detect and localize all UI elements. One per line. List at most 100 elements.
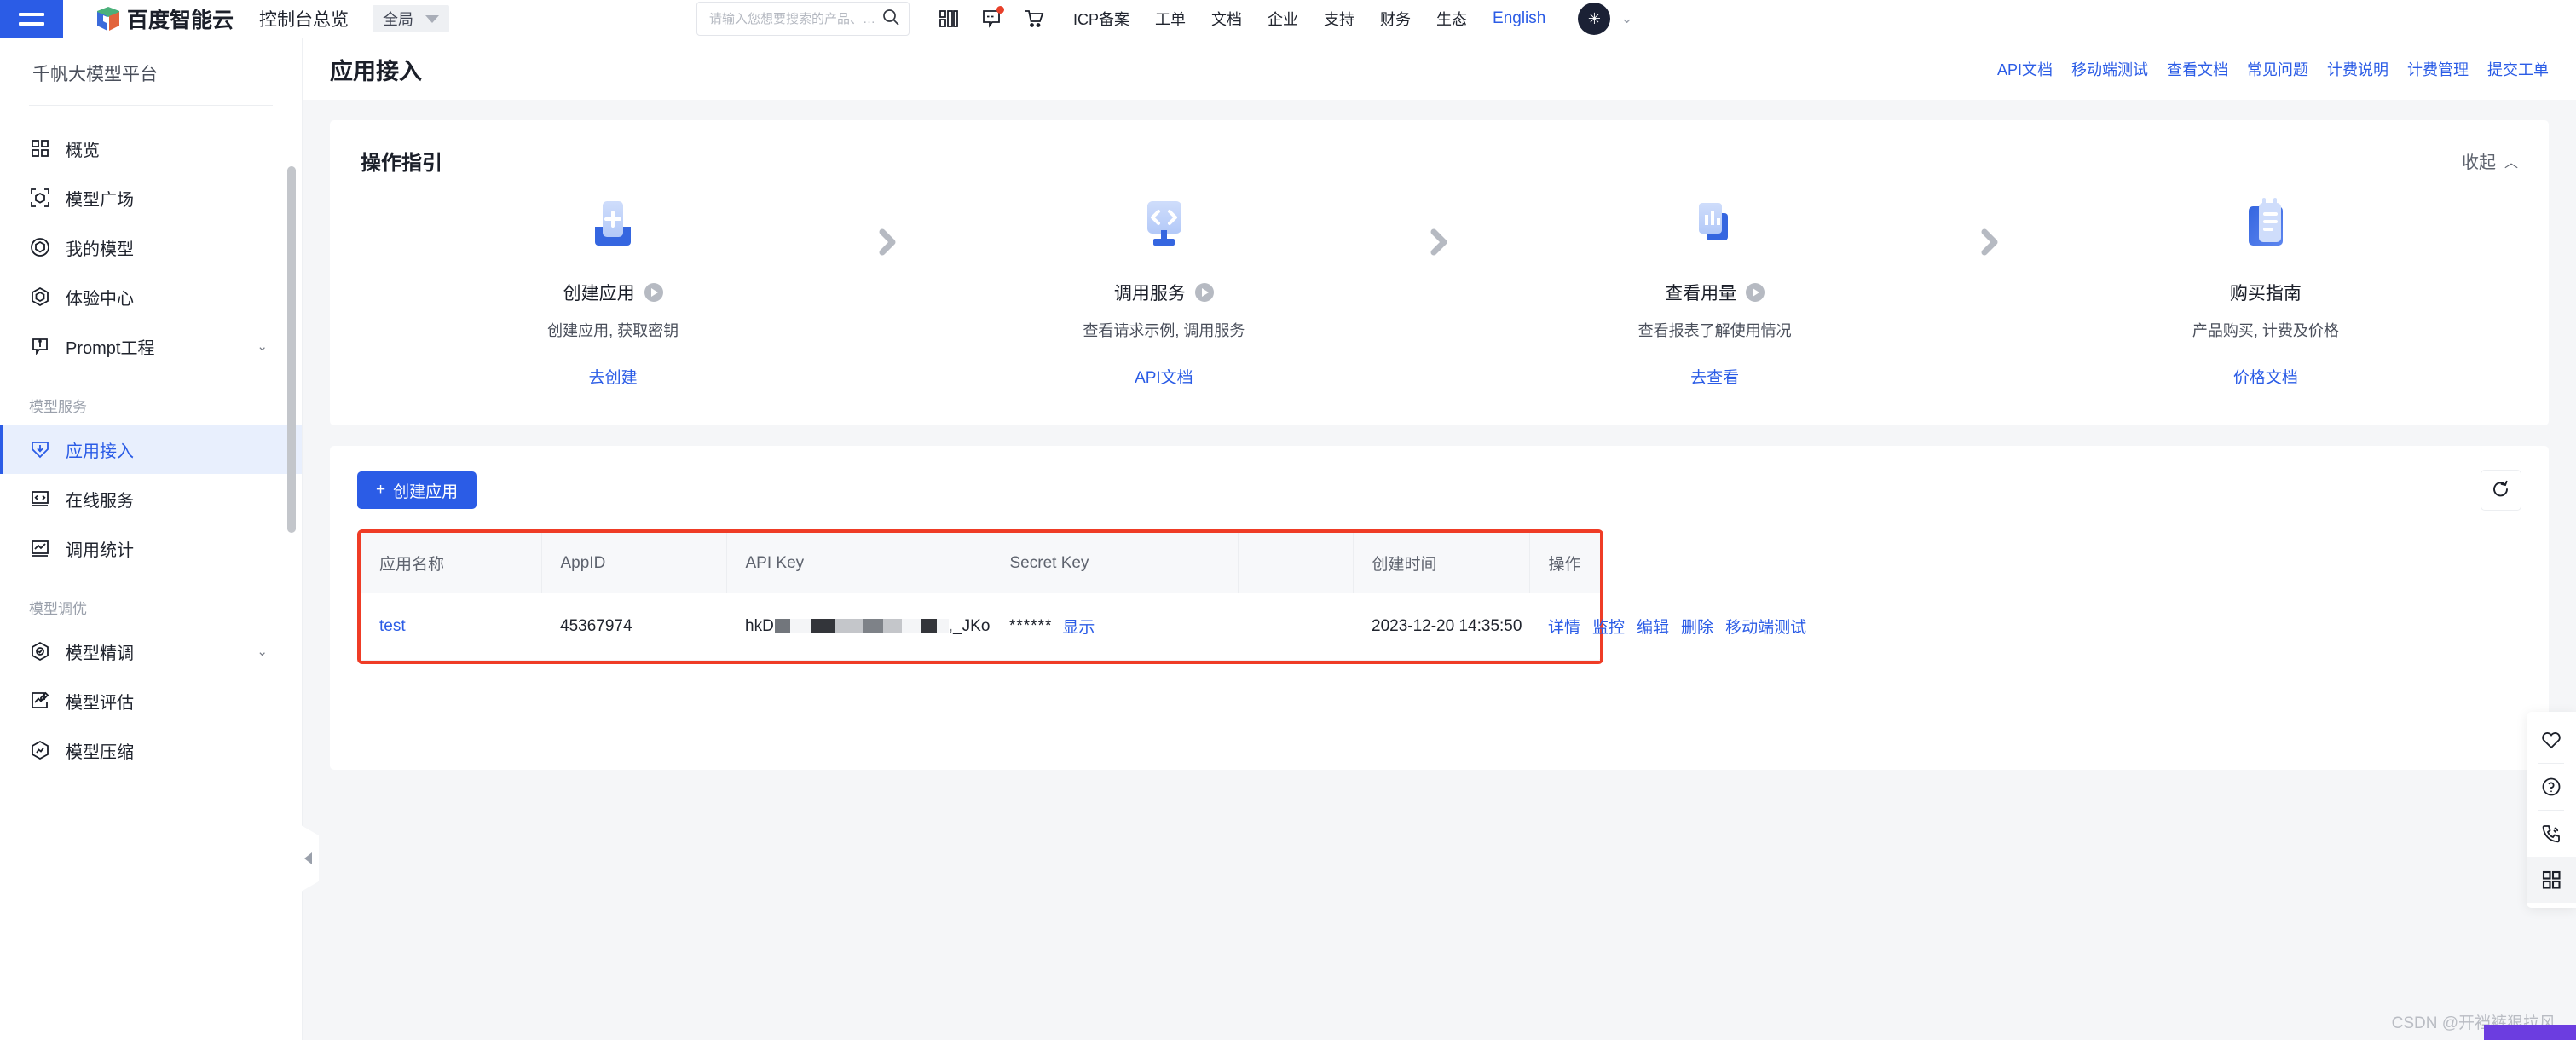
sidebar-scrollbar[interactable] xyxy=(287,166,296,533)
guide-step-title: 购买指南 xyxy=(2229,284,2302,303)
sidebar-item-model-square[interactable]: 模型广场 xyxy=(0,173,302,222)
guide-step-title-row: 查看用量 xyxy=(1665,280,1765,305)
page-link-faq[interactable]: 常见问题 xyxy=(2247,58,2308,80)
guide-step-desc: 查看报表了解使用情况 xyxy=(1637,322,1792,339)
question-icon[interactable] xyxy=(2527,764,2576,810)
cell-spacer xyxy=(1238,593,1353,661)
nav-link-icp[interactable]: ICP备案 xyxy=(1073,8,1129,30)
guide-step-title-row: 调用服务 xyxy=(1114,280,1214,305)
sidebar-item-online-service[interactable]: 在线服务 xyxy=(0,474,302,523)
page-link-submit-ticket[interactable]: 提交工单 xyxy=(2487,58,2549,80)
sidebar-item-overview[interactable]: 概览 xyxy=(0,124,302,173)
nav-link-finance[interactable]: 财务 xyxy=(1380,8,1411,30)
search-input[interactable] xyxy=(709,11,882,26)
apps-grid-icon[interactable] xyxy=(939,9,959,29)
play-icon[interactable] xyxy=(644,283,663,302)
row-operations: 详情 监控 编辑 删除 移动端测试 xyxy=(1548,615,1806,638)
op-detail[interactable]: 详情 xyxy=(1548,615,1580,638)
chevron-down-icon[interactable]: ⌄ xyxy=(1620,10,1632,27)
guide-step-desc: 产品购买, 计费及价格 xyxy=(2192,322,2339,339)
cart-icon[interactable] xyxy=(1024,9,1044,29)
guide-step-title-row: 创建应用 xyxy=(563,280,663,305)
sidebar-item-fine-tuning[interactable]: 模型精调 ⌄ xyxy=(0,627,302,676)
col-spacer xyxy=(1238,533,1354,593)
guide-step-link[interactable]: 去查看 xyxy=(1690,365,1739,388)
header-icon-group xyxy=(939,6,1044,29)
guide-step-link[interactable]: 去创建 xyxy=(589,365,638,388)
play-icon[interactable] xyxy=(1194,283,1214,302)
region-label: 全局 xyxy=(383,11,414,28)
page-link-view-doc[interactable]: 查看文档 xyxy=(2167,58,2228,80)
guide-collapse-button[interactable]: 收起 ︿ xyxy=(2462,148,2518,173)
page-header-links: API文档 移动端测试 查看文档 常见问题 计费说明 计费管理 提交工单 xyxy=(1997,58,2549,80)
guide-title: 操作指引 xyxy=(361,152,442,175)
search-icon[interactable] xyxy=(881,8,900,31)
play-icon[interactable] xyxy=(1746,283,1765,302)
view-usage-icon xyxy=(1682,196,1748,261)
avatar[interactable]: ✳ xyxy=(1578,3,1611,35)
op-edit[interactable]: 编辑 xyxy=(1637,615,1669,638)
grid-apps-icon[interactable] xyxy=(2527,857,2576,903)
page-link-mobile-test[interactable]: 移动端测试 xyxy=(2071,58,2148,80)
sidebar-item-label: Prompt工程 xyxy=(66,338,155,358)
page-link-billing-desc[interactable]: 计费说明 xyxy=(2327,58,2388,80)
refresh-icon xyxy=(2491,479,2511,502)
sidebar-item-label: 应用接入 xyxy=(66,442,134,461)
sidebar-scroll-area: 概览 模型广场 我的模型 体验中心 Prompt工程 ⌄ 模型服务 应用接入 在… xyxy=(0,124,302,1040)
nav-link-support[interactable]: 支持 xyxy=(1324,8,1354,30)
heart-icon[interactable] xyxy=(2527,717,2576,763)
chevron-down-icon[interactable]: ⌄ xyxy=(257,338,268,354)
nav-link-ticket[interactable]: 工单 xyxy=(1155,8,1186,30)
sidebar-group-model-tuning: 模型调优 xyxy=(29,601,87,617)
page-link-api-doc[interactable]: API文档 xyxy=(1997,58,2053,80)
col-appid: AppID xyxy=(541,533,727,593)
guide-step-create-app[interactable]: 创建应用 创建应用, 获取密钥 去创建 xyxy=(361,196,865,388)
sidebar: 千帆大模型平台 概览 模型广场 我的模型 体验中心 Prompt工程 ⌄ 模型服… xyxy=(0,38,303,1040)
cube-hex-icon xyxy=(29,286,51,308)
redaction-block xyxy=(920,619,937,634)
sidebar-item-app-access[interactable]: 应用接入 xyxy=(0,425,302,474)
corner-accent xyxy=(2484,1025,2576,1040)
app-name-link[interactable]: test xyxy=(379,617,406,635)
message-icon[interactable] xyxy=(981,6,1005,29)
secret-key-mask: ****** xyxy=(1009,616,1053,635)
console-title[interactable]: 控制台总览 xyxy=(259,6,349,32)
search-box[interactable] xyxy=(696,2,910,36)
cell-operations: 详情 监控 编辑 删除 移动端测试 xyxy=(1529,593,1806,661)
sidebar-item-model-compression[interactable]: 模型压缩 xyxy=(0,725,302,775)
guide-step-title: 查看用量 xyxy=(1665,284,1737,303)
guide-step-purchase-guide[interactable]: 购买指南 产品购买, 计费及价格 价格文档 xyxy=(2013,196,2518,388)
user-menu[interactable]: ✳ ⌄ xyxy=(1578,3,1633,35)
sidebar-item-experience-center[interactable]: 体验中心 xyxy=(0,272,302,321)
hamburger-icon[interactable] xyxy=(0,0,63,38)
table-header-row: 应用名称 AppID API Key Secret Key 创建时间 操作 xyxy=(361,533,1600,593)
sidebar-item-call-statistics[interactable]: 调用统计 xyxy=(0,523,302,573)
region-selector[interactable]: 全局 xyxy=(373,5,450,32)
guide-step-link[interactable]: API文档 xyxy=(1135,365,1193,388)
table-row[interactable]: test 45367974 hkD , _JKo ****** 显示 2023-… xyxy=(361,593,1806,661)
refresh-button[interactable] xyxy=(2481,470,2521,511)
op-monitor[interactable]: 监控 xyxy=(1592,615,1625,638)
sidebar-item-model-evaluation[interactable]: 模型评估 xyxy=(0,676,302,725)
nav-link-ecosystem[interactable]: 生态 xyxy=(1436,8,1467,30)
op-mobile-test[interactable]: 移动端测试 xyxy=(1725,615,1806,638)
phone-icon[interactable] xyxy=(2527,811,2576,857)
sidebar-item-prompt-engineering[interactable]: Prompt工程 ⌄ xyxy=(0,321,302,371)
redaction-block xyxy=(810,619,835,634)
page-link-billing-manage[interactable]: 计费管理 xyxy=(2407,58,2469,80)
sidebar-item-my-models[interactable]: 我的模型 xyxy=(0,222,302,272)
nav-link-docs[interactable]: 文档 xyxy=(1211,8,1242,30)
chevron-down-icon[interactable]: ⌄ xyxy=(257,644,268,659)
redaction-block xyxy=(936,619,949,634)
cell-secret-key: ****** 显示 xyxy=(991,593,1238,661)
nav-link-english[interactable]: English xyxy=(1493,9,1545,28)
guide-step-link[interactable]: 价格文档 xyxy=(2233,365,2298,388)
nav-link-enterprise[interactable]: 企业 xyxy=(1268,8,1298,30)
guide-step-call-service[interactable]: 调用服务 查看请求示例, 调用服务 API文档 xyxy=(911,196,1416,388)
code-screen-icon xyxy=(29,488,51,510)
create-app-button[interactable]: + 创建应用 xyxy=(357,471,477,509)
op-delete[interactable]: 删除 xyxy=(1681,615,1713,638)
guide-step-view-usage[interactable]: 查看用量 查看报表了解使用情况 去查看 xyxy=(1463,196,1967,388)
brand[interactable]: 百度智能云 xyxy=(95,3,234,34)
secret-key-show-link[interactable]: 显示 xyxy=(1062,615,1095,638)
